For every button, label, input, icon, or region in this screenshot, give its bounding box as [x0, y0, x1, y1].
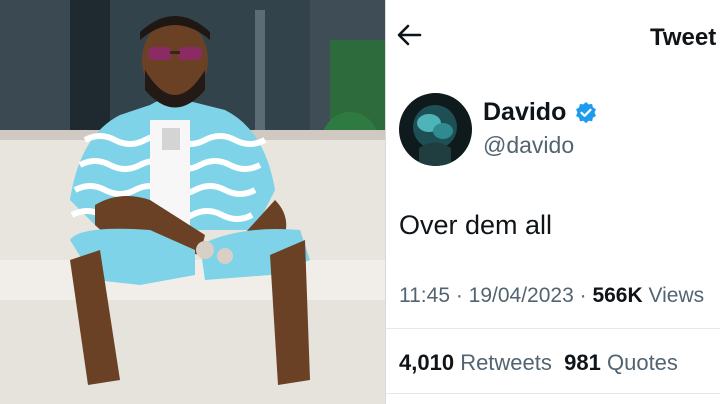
divider-line [386, 328, 720, 329]
verified-badge-icon [576, 102, 596, 124]
tweet-panel: Tweet Davido @davido Over dem all 11:45 … [386, 0, 720, 404]
quotes-label[interactable]: Quotes [607, 350, 678, 375]
tweet-time[interactable]: 11:45 [399, 284, 450, 307]
arrow-left-icon[interactable] [396, 22, 422, 48]
views-count: 566K [592, 284, 643, 307]
quotes-count[interactable]: 981 [564, 350, 601, 375]
engagement-stats: 4,010 Retweets 981 Quotes [399, 350, 678, 376]
avatar-image [399, 93, 472, 166]
retweets-label[interactable]: Retweets [460, 350, 552, 375]
author-handle[interactable]: @davido [483, 132, 574, 159]
avatar[interactable] [399, 93, 472, 166]
photo-illustration [0, 0, 385, 404]
tweet-metadata: 11:45 · 19/04/2023 · 566K Views [399, 284, 705, 307]
divider-line [386, 393, 720, 394]
tweet-date[interactable]: 19/04/2023 [469, 284, 574, 307]
profile-photo [0, 0, 385, 404]
page-title: Tweet [650, 24, 717, 51]
views-label: Views [648, 284, 705, 307]
author-name[interactable]: Davido [483, 98, 566, 127]
tweet-text: Over dem all [399, 210, 553, 240]
retweets-count[interactable]: 4,010 [399, 350, 454, 375]
